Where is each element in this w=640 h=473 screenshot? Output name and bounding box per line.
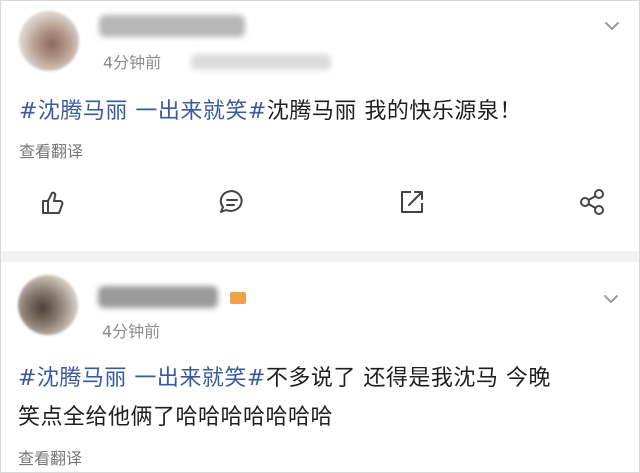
translate-link[interactable]: 查看翻译 [19, 138, 83, 162]
share-icon[interactable] [577, 187, 607, 217]
translate-link[interactable]: 查看翻译 [18, 445, 82, 469]
repost-icon[interactable] [397, 187, 427, 217]
avatar[interactable] [19, 11, 79, 71]
post-text-line-1: 不多说了 还得是我沈马 今晚 [265, 366, 551, 391]
post-time: 4分钟前 [102, 322, 161, 341]
topic-tag-link[interactable]: #沈腾马丽 一出来就笑# [18, 366, 266, 391]
post-text-line-2: 笑点全给他俩了哈哈哈哈哈哈哈 [18, 405, 334, 430]
username-blurred[interactable] [99, 15, 245, 37]
post-card: 4分钟前 #沈腾马丽 一出来就笑#沈腾马丽 我的快乐源泉！ 查看翻译 [1, 1, 639, 251]
post-body: #沈腾马丽 一出来就笑#不多说了 还得是我沈马 今晚 [18, 364, 551, 394]
username-blurred[interactable] [98, 286, 218, 308]
post-body: #沈腾马丽 一出来就笑#沈腾马丽 我的快乐源泉！ [19, 97, 522, 127]
topic-tag-link[interactable]: #沈腾马丽 一出来就笑# [19, 99, 267, 124]
post-time: 4分钟前 [103, 53, 162, 72]
post-text: 沈腾马丽 我的快乐源泉！ [266, 99, 522, 124]
comment-icon[interactable] [217, 187, 247, 217]
chevron-down-icon[interactable] [601, 15, 623, 37]
source-blurred [191, 54, 331, 70]
chevron-down-icon[interactable] [600, 288, 622, 310]
vip-badge-icon [230, 292, 246, 304]
like-icon[interactable] [37, 187, 67, 217]
avatar[interactable] [18, 275, 78, 335]
